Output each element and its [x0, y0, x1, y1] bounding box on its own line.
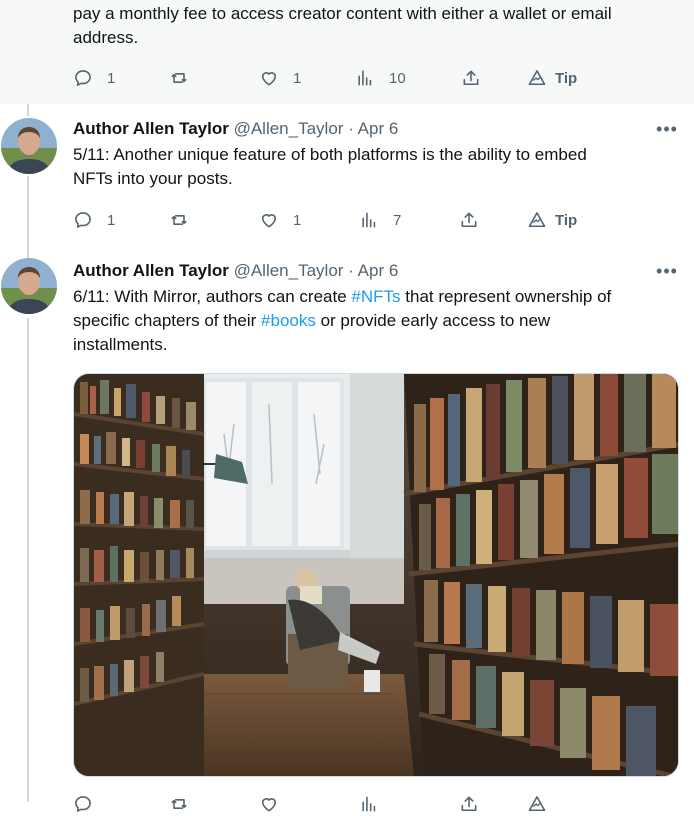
retweet-icon [171, 215, 187, 225]
reply-icon [75, 70, 91, 86]
author-handle[interactable]: @Allen_Taylor [234, 119, 344, 138]
separator: · [348, 119, 354, 138]
like-count: 1 [293, 69, 302, 87]
like-button[interactable] [259, 792, 279, 816]
tweet-header: Author Allen Taylor @Allen_Taylor · Apr … [73, 118, 634, 140]
tweet-text-line: NFTs into your posts. [73, 169, 233, 188]
reply-icon [75, 796, 91, 812]
tweet-text-line: 5/11: Another unique feature of both pla… [73, 145, 587, 164]
tweet-actions: 1 1 7 Tip [73, 208, 613, 232]
reply-button[interactable]: 1 [73, 208, 115, 232]
like-button[interactable]: 1 [259, 66, 301, 90]
reply-button[interactable] [73, 792, 93, 816]
tweet-actions [73, 792, 613, 816]
retweet-button[interactable] [169, 66, 189, 90]
tweet-text: 5/11: Another unique feature of both pla… [73, 143, 683, 191]
author-name[interactable]: Author Allen Taylor [73, 261, 229, 280]
share-icon [461, 796, 477, 812]
tweet-text: pay a monthly fee to access creator cont… [73, 2, 683, 50]
views-icon [358, 70, 372, 86]
views-count: 7 [393, 211, 402, 229]
tip-button[interactable]: Tip [527, 66, 577, 90]
library-photo [74, 374, 678, 776]
views-button[interactable] [359, 792, 379, 816]
text-segment: 6/11: With Mirror, authors can create [73, 287, 352, 306]
more-options-icon[interactable]: ••• [656, 120, 678, 144]
share-icon [461, 212, 477, 228]
hashtag-nfts-link[interactable]: #NFTs [351, 287, 400, 306]
tip-icon [528, 212, 546, 228]
like-icon [261, 798, 277, 812]
author-name[interactable]: Author Allen Taylor [73, 119, 229, 138]
like-count: 1 [293, 211, 302, 229]
views-icon [362, 796, 376, 812]
tweet-date[interactable]: Apr 6 [358, 119, 399, 138]
retweet-icon [171, 799, 187, 809]
retweet-button[interactable] [169, 792, 189, 816]
separator: · [348, 261, 354, 280]
tweet-image-library[interactable] [73, 373, 679, 777]
tweet-5-of-11[interactable]: Author Allen Taylor @Allen_Taylor · Apr … [0, 104, 694, 246]
tip-button[interactable]: Tip [527, 208, 577, 232]
share-button[interactable] [461, 66, 481, 90]
tweet-text-line: 6/11: With Mirror, authors can create #N… [73, 285, 683, 309]
hashtag-books-link[interactable]: #books [261, 311, 316, 330]
text-segment: or provide early access to new [315, 311, 551, 330]
more-options-icon[interactable]: ••• [656, 262, 678, 286]
reply-button[interactable]: 1 [73, 66, 115, 90]
retweet-button[interactable] [169, 208, 189, 232]
views-icon [362, 212, 376, 228]
text-segment: specific chapters of their [73, 311, 262, 330]
views-count: 10 [389, 69, 406, 87]
like-button[interactable]: 1 [259, 208, 301, 232]
retweet-icon [171, 73, 187, 83]
views-button[interactable]: 7 [359, 208, 401, 232]
share-icon [463, 70, 479, 86]
avatar[interactable] [1, 118, 57, 174]
tip-label: Tip [555, 69, 578, 87]
tip-icon [528, 70, 546, 86]
tweet-6-of-11[interactable]: Author Allen Taylor @Allen_Taylor · Apr … [0, 246, 694, 812]
avatar[interactable] [1, 258, 57, 314]
tweet-header: Author Allen Taylor @Allen_Taylor · Apr … [73, 260, 634, 282]
reply-count: 1 [107, 211, 116, 229]
share-button[interactable] [459, 792, 479, 816]
text-segment: that represent ownership of [400, 287, 612, 306]
reply-icon [75, 212, 91, 228]
like-icon [261, 72, 277, 86]
tweet-date[interactable]: Apr 6 [358, 261, 399, 280]
tweet-previous[interactable]: pay a monthly fee to access creator cont… [0, 0, 694, 104]
tip-label: Tip [555, 211, 578, 229]
views-button[interactable]: 10 [355, 66, 406, 90]
author-handle[interactable]: @Allen_Taylor [234, 261, 344, 280]
tweet-text-line: installments. [73, 335, 168, 354]
tip-button[interactable] [527, 792, 547, 816]
tip-icon [528, 796, 546, 812]
tweet-text-line: specific chapters of their #books or pro… [73, 309, 683, 333]
tweet-text-line: pay a monthly fee to access creator cont… [73, 4, 612, 23]
share-button[interactable] [459, 208, 479, 232]
reply-count: 1 [107, 69, 116, 87]
tweet-text: 6/11: With Mirror, authors can create #N… [73, 285, 683, 357]
like-icon [261, 214, 277, 228]
tweet-actions: 1 1 10 Tip [73, 66, 613, 90]
tweet-text-line: address. [73, 28, 139, 47]
